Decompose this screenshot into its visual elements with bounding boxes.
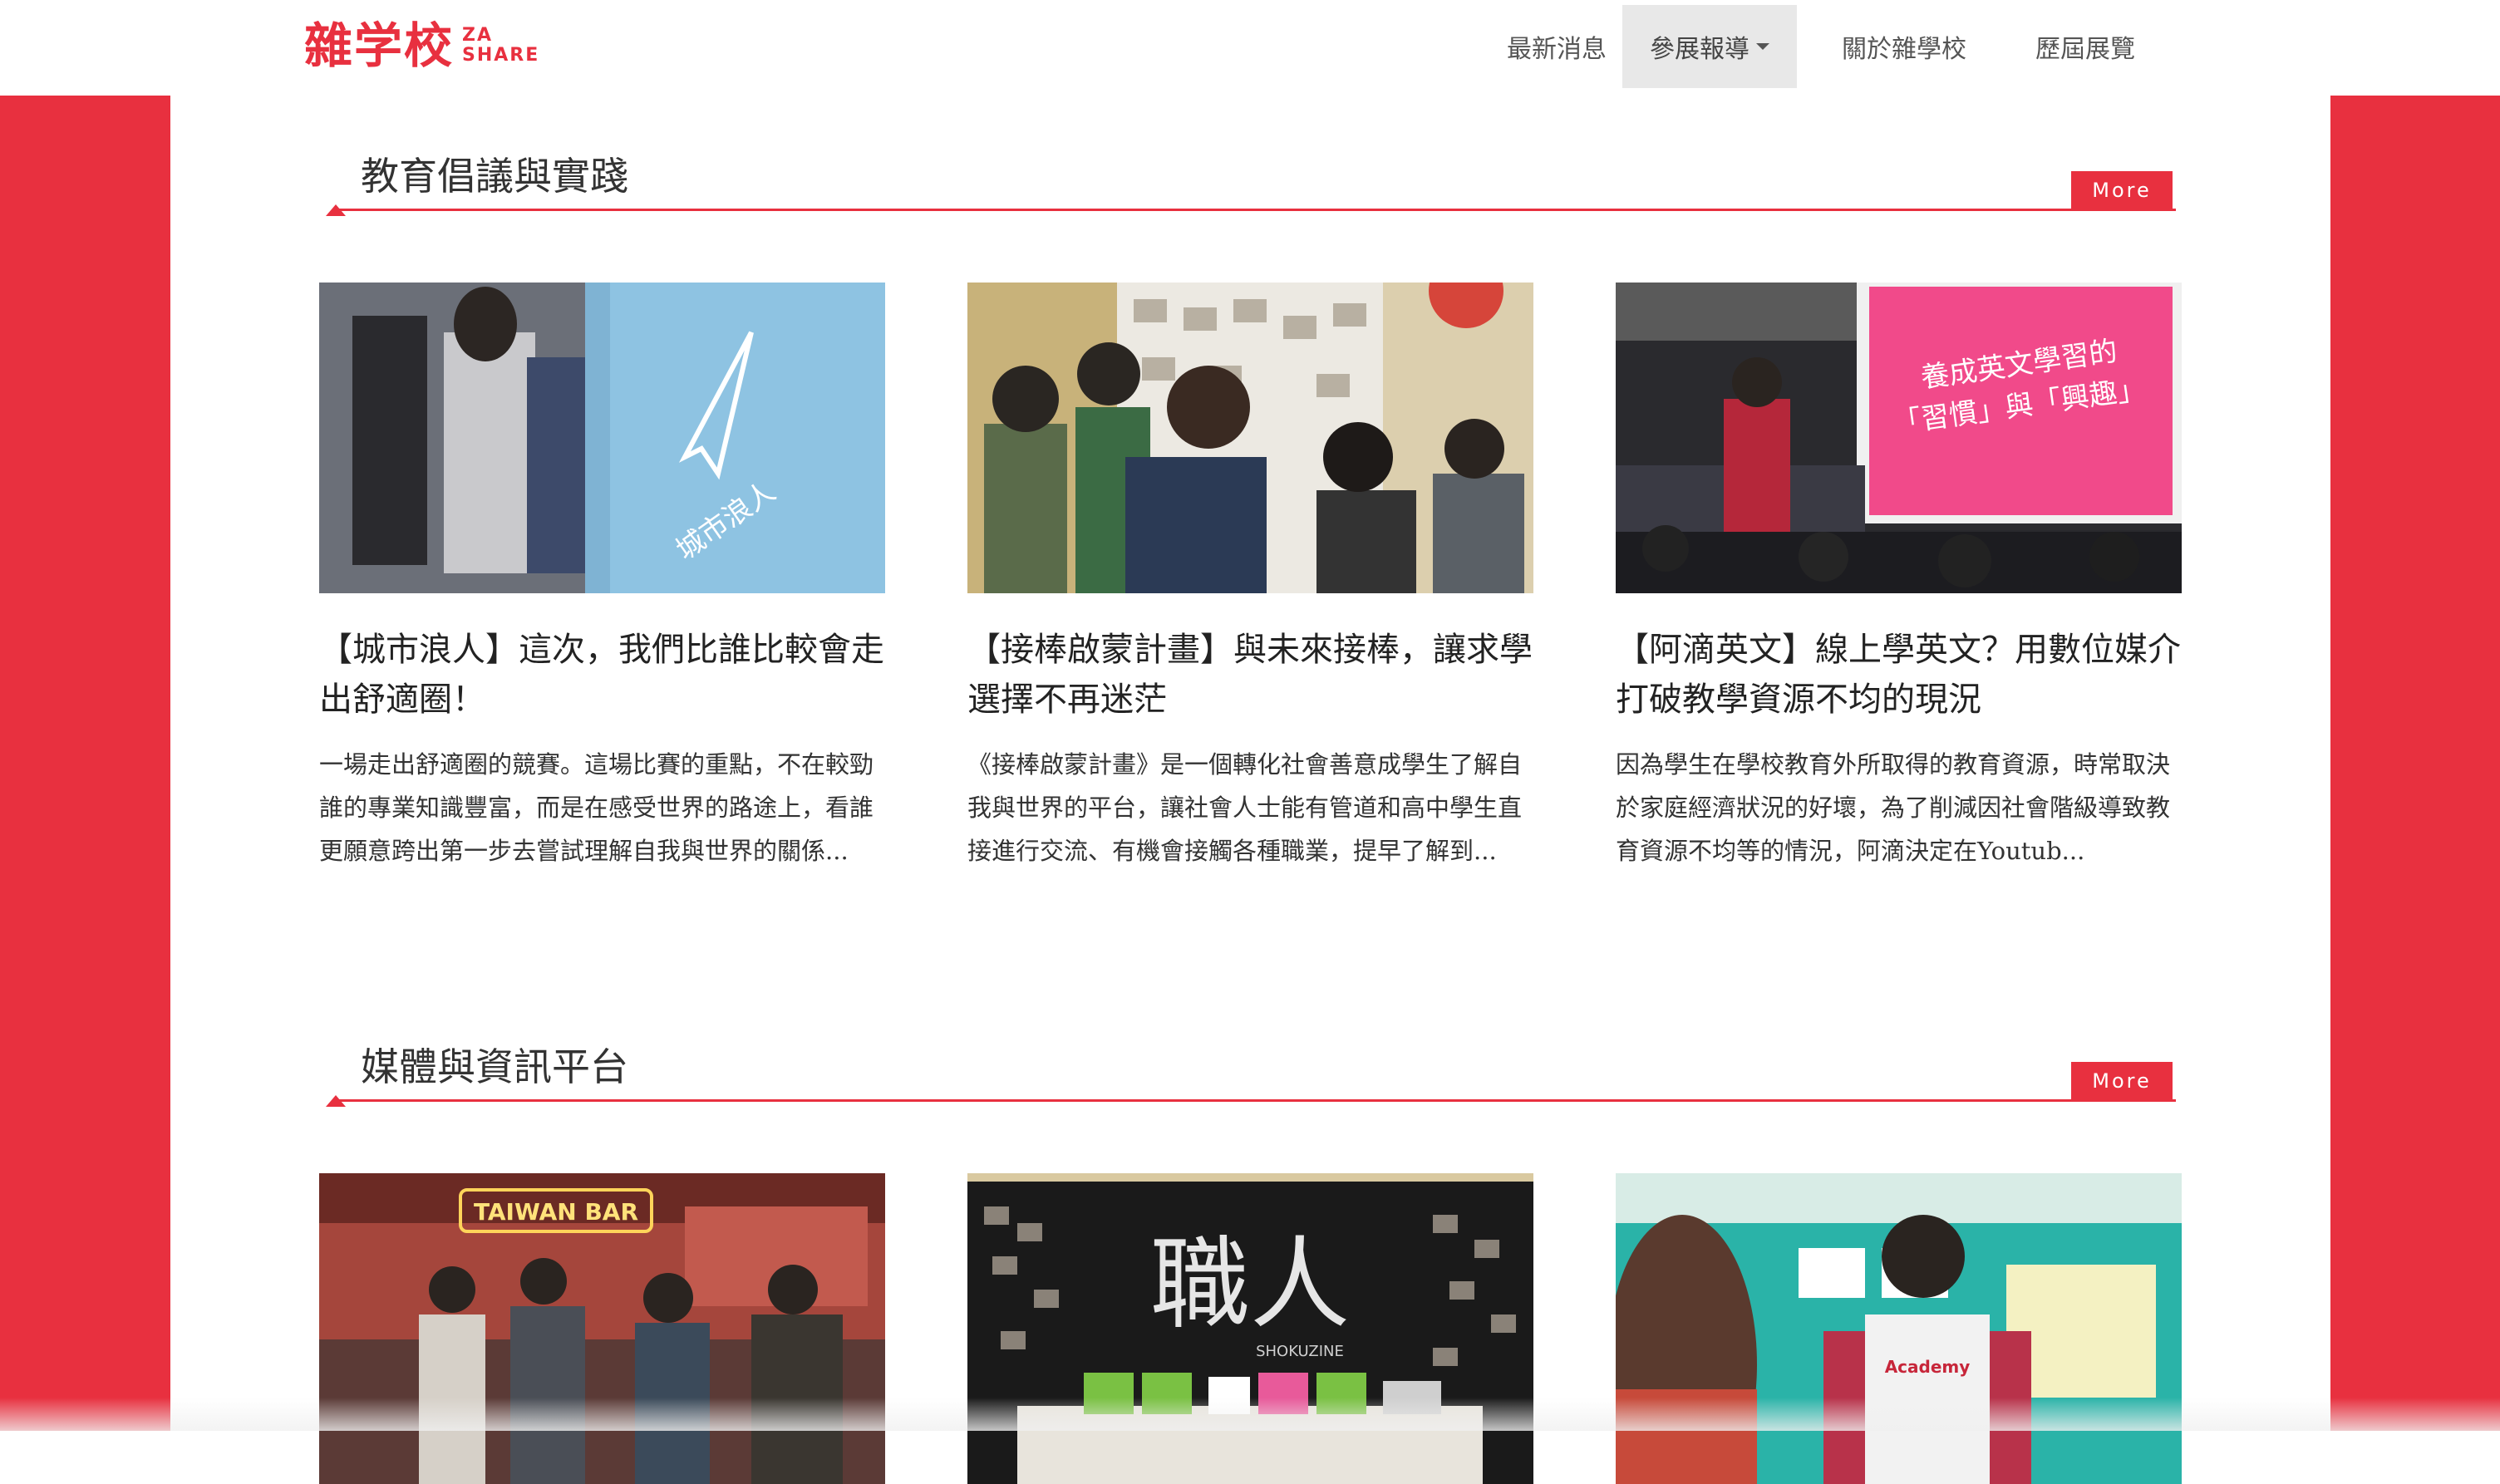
sign-text: 職人 [1150, 1227, 1350, 1343]
section-header-education: 教育倡議與實踐 More [326, 150, 2176, 216]
article-excerpt: 《接棒啟蒙計畫》是一個轉化社會善意成學生了解自我與世界的平台，讓社會人士能有管道… [967, 750, 1523, 865]
section-divider [337, 1099, 2176, 1102]
more-button[interactable]: More [2071, 171, 2173, 209]
section-title: 教育倡議與實踐 [361, 154, 628, 199]
nav-item-label: 關於雜學校 [1842, 35, 1966, 64]
nav-item-label: 歷屆展覽 [2035, 35, 2135, 64]
section-divider [337, 209, 2176, 211]
shirt-text: Academy [1885, 1357, 1971, 1377]
article-thumbnail[interactable]: Academy [1616, 1173, 2182, 1484]
logo-en-share: SHARE [462, 45, 540, 66]
section-title: 媒體與資訊平台 [361, 1044, 628, 1089]
site-header: 雜学校 ZA SHARE 最新消息 參展報導 關於雜學校 歷屆展覽 [0, 0, 2500, 96]
nav-item-label: 最新消息 [1507, 35, 1607, 64]
article-thumbnail[interactable]: 城市浪人 [319, 283, 885, 593]
nav-item-about[interactable]: 關於雜學校 [1797, 5, 2011, 88]
article-excerpt: 因為學生在學校教育外所取得的教育資源，時常取決於家庭經濟狀況的好壞，為了削減因社… [1616, 750, 2171, 865]
article-card[interactable]: 職人 SHOKUZINE [967, 1173, 1533, 1484]
nav-item-label: 參展報導 [1650, 35, 1750, 64]
site-logo[interactable]: 雜学校 ZA SHARE [304, 17, 539, 75]
left-red-band [0, 96, 170, 1431]
article-card[interactable]: 養成英文學習的 「習慣」與「興趣」 【阿滴英文】線上學英文？用數位媒介打破教學資… [1616, 283, 2182, 872]
article-card[interactable]: 城市浪人 【城市浪人】這次，我們比誰比較會走出舒適圈！ 一場走出舒適圈的競賽。這… [319, 283, 885, 872]
nav-item-reports-dropdown[interactable]: 參展報導 [1622, 5, 1797, 88]
article-title[interactable]: 【城市浪人】這次，我們比誰比較會走出舒適圈！ [319, 625, 885, 725]
sign-subtext: SHOKUZINE [1256, 1343, 1344, 1360]
sign-text: TAIWAN BAR [474, 1198, 638, 1226]
logo-chinese-text: 雜学校 [304, 17, 455, 74]
article-thumbnail[interactable]: TAIWAN BAR [319, 1173, 885, 1484]
article-thumbnail[interactable]: 職人 SHOKUZINE [967, 1173, 1533, 1484]
more-button[interactable]: More [2071, 1062, 2173, 1100]
article-excerpt: 一場走出舒適圈的競賽。這場比賽的重點，不在較勁誰的專業知識豐富，而是在感受世界的… [319, 750, 874, 865]
nav-item-news[interactable]: 最新消息 [1491, 5, 1622, 88]
article-title[interactable]: 【接棒啟蒙計畫】與未來接棒，讓求學選擇不再迷茫 [967, 625, 1533, 725]
article-card[interactable]: 【接棒啟蒙計畫】與未來接棒，讓求學選擇不再迷茫 《接棒啟蒙計畫》是一個轉化社會善… [967, 283, 1533, 872]
logo-en-za: ZA [462, 25, 493, 46]
section-header-media: 媒體與資訊平台 More [326, 1040, 2176, 1107]
article-card[interactable]: TAIWAN BAR [319, 1173, 885, 1484]
article-title[interactable]: 【阿滴英文】線上學英文？用數位媒介打破教學資源不均的現況 [1616, 625, 2182, 725]
logo-english-text: ZA SHARE [462, 26, 539, 66]
right-red-band [2330, 96, 2500, 1431]
article-thumbnail[interactable] [967, 283, 1533, 593]
article-thumbnail[interactable]: 養成英文學習的 「習慣」與「興趣」 [1616, 283, 2182, 593]
main-nav: 最新消息 參展報導 關於雜學校 歷屆展覽 [1491, 5, 2159, 88]
nav-item-past-exhibitions[interactable]: 歷屆展覽 [2011, 5, 2159, 88]
caret-down-icon [1756, 43, 1769, 50]
article-card[interactable]: Academy [1616, 1173, 2182, 1484]
